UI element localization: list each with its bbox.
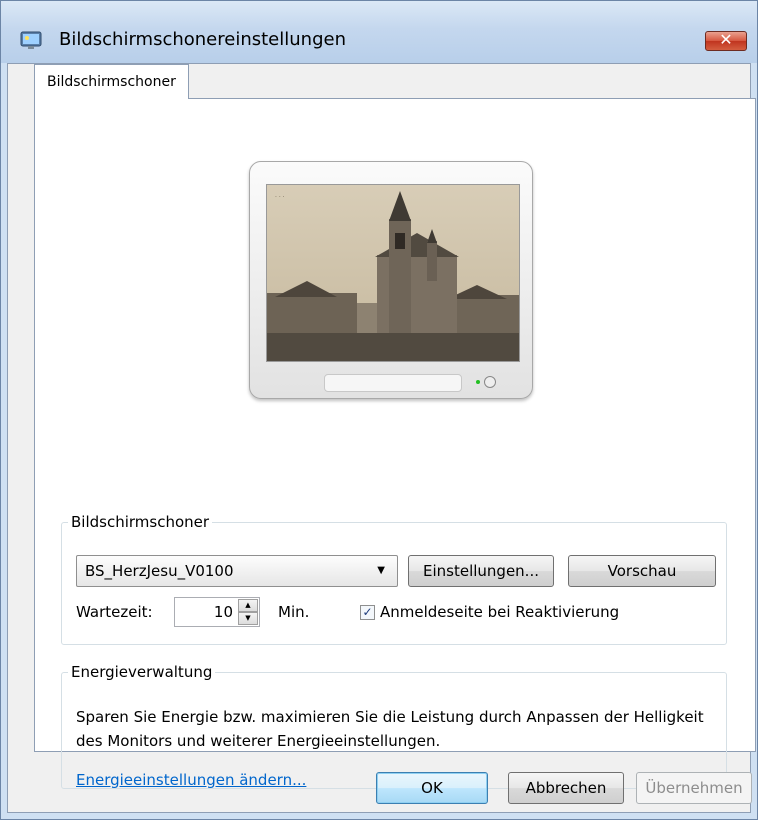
resume-checkbox[interactable]: ✓ — [360, 605, 375, 620]
monitor-slot — [324, 374, 462, 392]
dialog-client-area: Bildschirmschoner · · · Bildschirmschone… — [7, 63, 756, 813]
tab-bildschirmschoner[interactable]: Bildschirmschoner — [34, 64, 189, 99]
title-bar[interactable]: Bildschirmschonereinstellungen ✕ — [1, 1, 757, 63]
power-led-icon — [476, 380, 480, 384]
wait-spinner[interactable]: 10 ▲ ▼ — [174, 597, 260, 627]
apply-button[interactable]: Übernehmen — [636, 772, 752, 804]
dropdown-arrow-icon: ▼ — [377, 565, 385, 576]
cancel-button[interactable]: Abbrechen — [508, 772, 624, 804]
preview-button[interactable]: Vorschau — [568, 555, 716, 587]
spin-up-icon[interactable]: ▲ — [238, 599, 258, 612]
power-button-icon — [484, 376, 496, 388]
preview-screen: · · · — [266, 184, 520, 362]
tab-panel: · · · Bildschirmschoner BS_HerzJesu_V010… — [34, 98, 756, 789]
screensaver-group: Bildschirmschoner BS_HerzJesu_V0100 ▼ Ei… — [61, 513, 727, 645]
screensaver-select[interactable]: BS_HerzJesu_V0100 ▼ — [76, 555, 398, 587]
close-icon: ✕ — [719, 30, 733, 49]
power-group-label: Energieverwaltung — [71, 663, 213, 681]
resume-checkbox-label[interactable]: Anmeldeseite bei Reaktivierung — [380, 603, 619, 621]
screensaver-app-icon — [20, 31, 42, 49]
power-description: Sparen Sie Energie bzw. maximieren Sie d… — [76, 708, 704, 750]
window-title: Bildschirmschonereinstellungen — [59, 29, 346, 50]
preview-monitor: · · · — [249, 161, 533, 399]
screensaver-settings-window: Bildschirmschonereinstellungen ✕ Bildsch… — [0, 0, 758, 820]
settings-button[interactable]: Einstellungen... — [408, 555, 554, 587]
screensaver-select-value: BS_HerzJesu_V0100 — [85, 562, 234, 580]
wait-value[interactable]: 10 — [214, 603, 233, 621]
spin-down-icon[interactable]: ▼ — [238, 612, 258, 625]
power-group: Energieverwaltung Sparen Sie Energie bzw… — [61, 663, 727, 789]
close-button[interactable]: ✕ — [705, 30, 747, 51]
power-settings-link[interactable]: Energieeinstellungen ändern... — [76, 771, 306, 789]
wait-unit: Min. — [278, 603, 310, 621]
screensaver-group-label: Bildschirmschoner — [71, 513, 210, 531]
svg-text:· · ·: · · · — [275, 194, 285, 201]
wait-label: Wartezeit: — [76, 603, 153, 621]
ok-button[interactable]: OK — [376, 772, 488, 804]
preview-image: · · · — [267, 185, 519, 361]
